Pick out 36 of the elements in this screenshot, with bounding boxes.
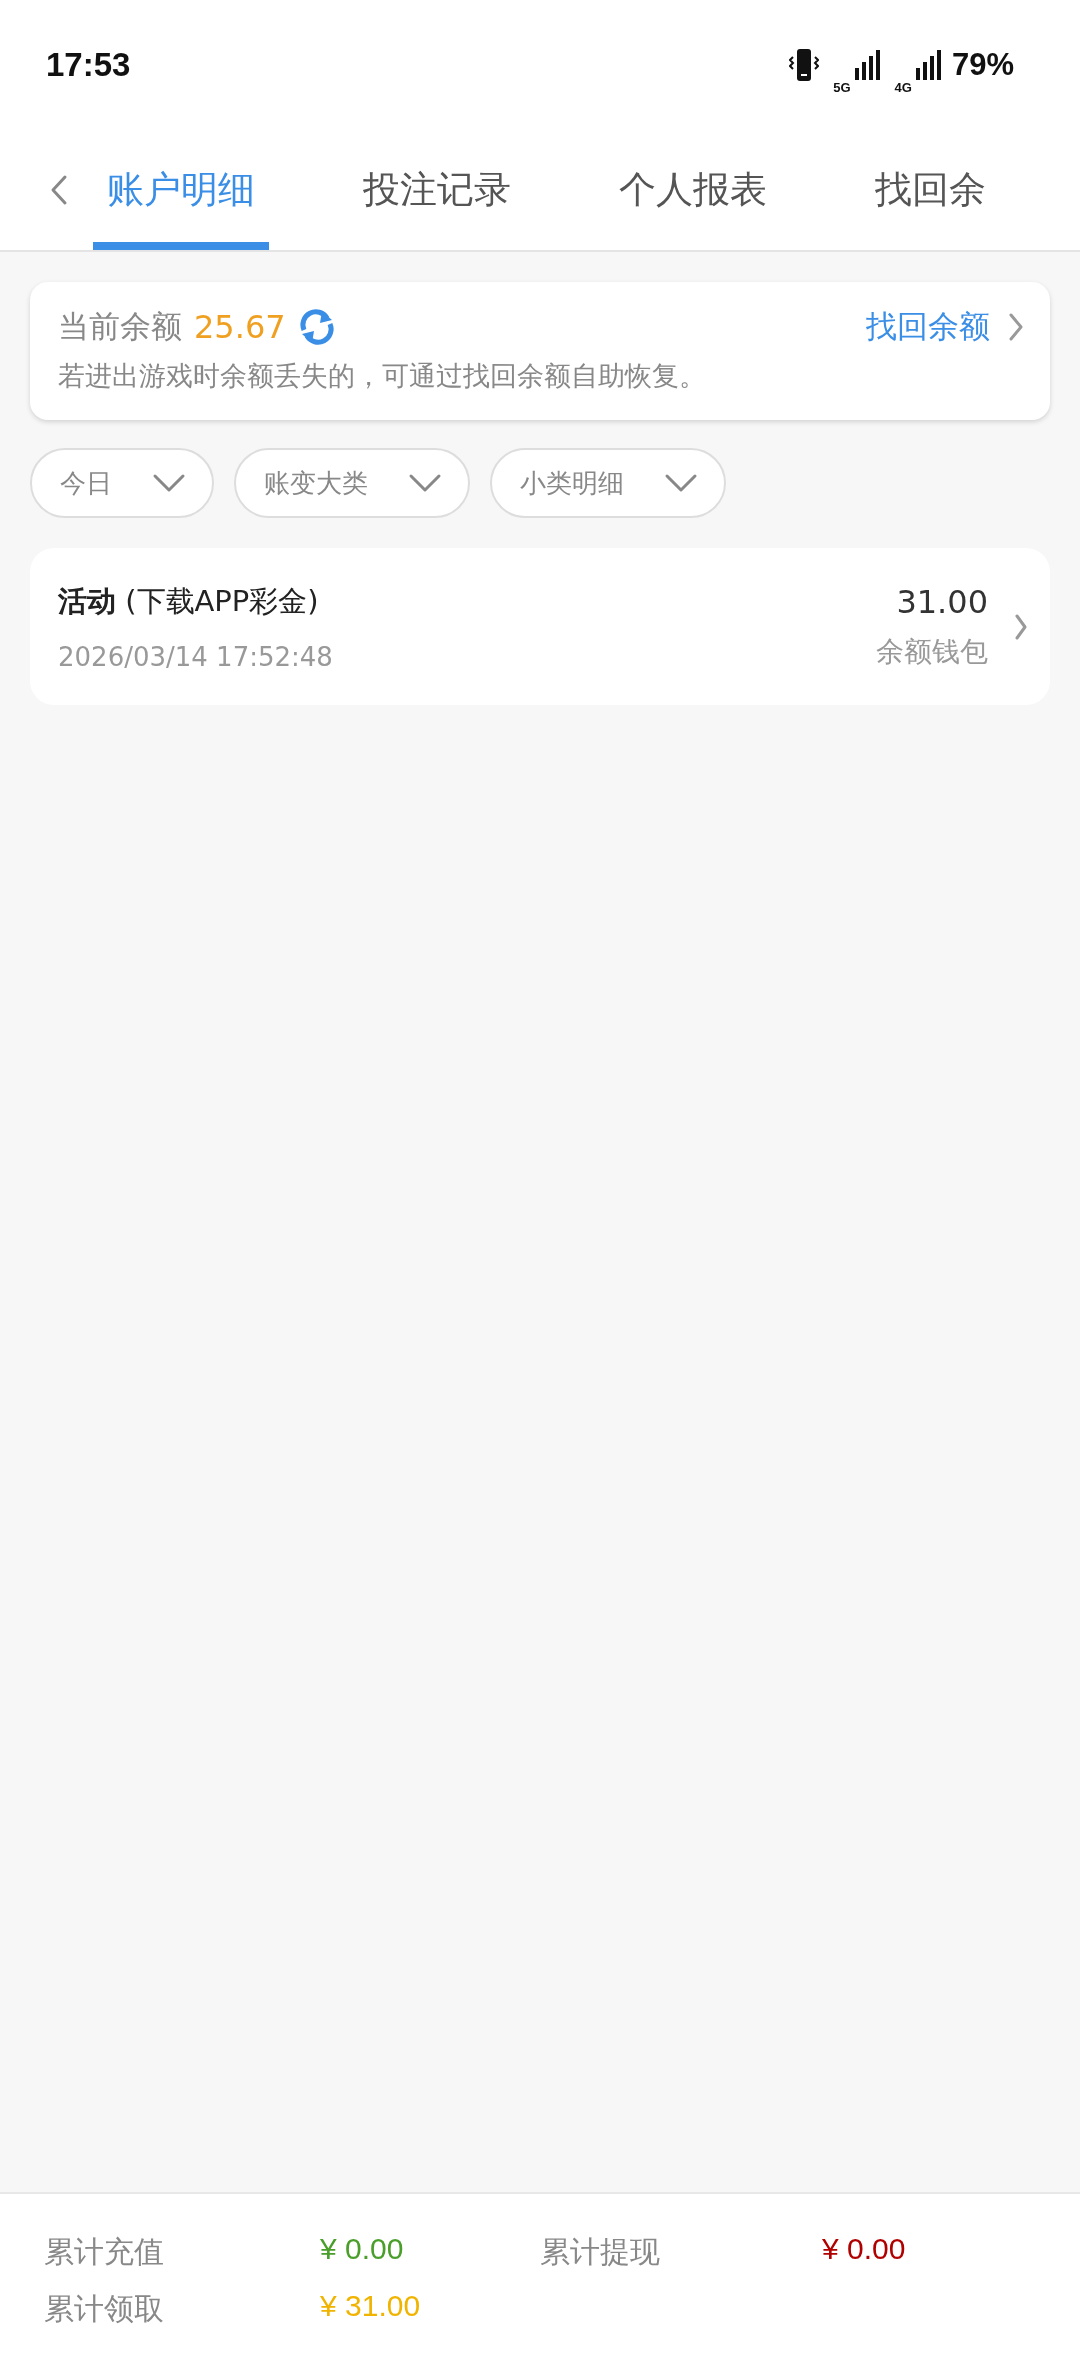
tab[interactable]: 投注记录 xyxy=(349,130,525,250)
wallet-label: 余额钱包 xyxy=(876,633,988,670)
refresh-icon[interactable] xyxy=(297,308,336,346)
summary-label: 累计领取 xyxy=(44,2291,165,2327)
caret-icon xyxy=(664,473,698,493)
filter-dropdown[interactable]: 小类明细 xyxy=(490,448,726,518)
record-item[interactable]: 活动 (下载APP彩金) 2026/03/14 17:52:48 31.00 余额钱包 xyxy=(30,548,1050,705)
battery-level: 79% xyxy=(951,47,1014,83)
summary-label: 累计提现 xyxy=(540,2234,661,2270)
balance-label: 当前余额 xyxy=(58,307,182,346)
back-icon xyxy=(49,174,68,206)
tab[interactable]: 账户明细 xyxy=(93,130,269,250)
record-amount: 31.00 xyxy=(896,582,988,621)
summary-label: 累计充值 xyxy=(44,2234,165,2270)
recover-balance-link[interactable]: 找回余额 xyxy=(866,306,1024,348)
filter-dropdown[interactable]: 账变大类 xyxy=(234,448,470,518)
chevron-icon xyxy=(1014,612,1028,641)
network-label: 5G xyxy=(833,79,851,95)
signal-icon xyxy=(915,50,942,80)
summary-value: ¥ 0.00 xyxy=(320,2232,405,2267)
summary-value: ¥ 0.00 xyxy=(822,2232,907,2267)
balance-amount: 25.67 xyxy=(194,308,286,346)
clock: 17:53 xyxy=(46,46,131,84)
network-label: 4G xyxy=(894,79,912,95)
vibrate-icon xyxy=(789,48,820,82)
record-time: 2026/03/14 17:52:48 xyxy=(58,641,334,672)
caret-icon xyxy=(408,473,442,493)
caret-icon xyxy=(152,473,186,493)
record-title: 活动 (下载APP彩金) xyxy=(58,582,320,620)
signal-icon xyxy=(854,50,881,80)
summary-value: ¥ 31.00 xyxy=(320,2289,422,2324)
chevron-icon xyxy=(1008,312,1024,342)
tab[interactable]: 个人报表 xyxy=(605,130,781,250)
balance-note: 若进出游戏时余额丢失的，可通过找回余额自助恢复。 xyxy=(58,359,707,393)
filter-dropdown[interactable]: 今日 xyxy=(30,448,214,518)
tab[interactable]: 找回余 xyxy=(861,130,1000,250)
